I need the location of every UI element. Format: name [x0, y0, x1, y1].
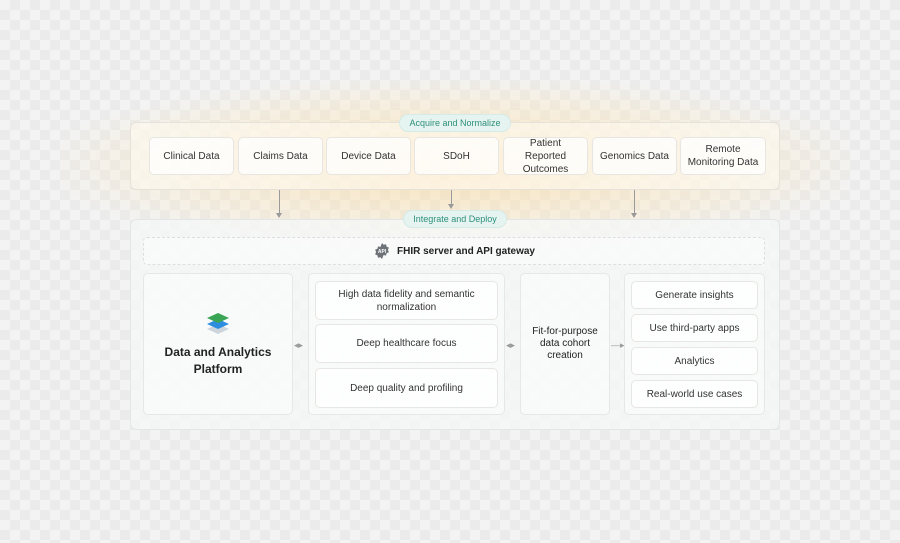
source-card: Genomics Data — [592, 137, 677, 175]
acquire-normalize-label: Acquire and Normalize — [399, 114, 511, 132]
down-arrow — [631, 190, 637, 218]
outcome-card: Generate insights — [631, 281, 758, 309]
layers-icon — [207, 313, 229, 334]
bidirectional-arrow: ◂▸ — [506, 340, 516, 350]
platform-title: Data and Analytics Platform — [164, 345, 272, 376]
fhir-gateway-label: FHIR server and API gateway — [396, 245, 535, 257]
feature-card: High data fidelity and semantic normaliz… — [315, 281, 498, 320]
right-arrow: —▸ — [611, 340, 625, 350]
outcome-card: Real-world use cases — [631, 380, 758, 408]
source-card: Patient Reported Outcomes — [503, 137, 588, 175]
down-arrow — [448, 190, 454, 209]
platform-panel: Data and Analytics Platform — [143, 273, 293, 415]
source-card: Clinical Data — [149, 137, 234, 175]
cohort-panel: Fit-for-purpose data cohort creation — [520, 273, 610, 415]
svg-text:API: API — [378, 249, 387, 255]
feature-card: Deep quality and profiling — [315, 368, 498, 408]
fhir-gateway-bar: API FHIR server and API gateway — [143, 237, 765, 265]
source-card: Device Data — [326, 137, 411, 175]
source-card: Claims Data — [238, 137, 323, 175]
outcome-card: Analytics — [631, 347, 758, 375]
source-card: SDoH — [414, 137, 499, 175]
api-gear-icon: API — [375, 243, 389, 259]
outcome-card: Use third-party apps — [631, 314, 758, 342]
integrate-deploy-label: Integrate and Deploy — [403, 210, 507, 228]
feature-card: Deep healthcare focus — [315, 324, 498, 363]
bidirectional-arrow: ◂▸ — [294, 340, 304, 350]
down-arrow — [276, 190, 282, 218]
source-card: Remote Monitoring Data — [680, 137, 766, 175]
